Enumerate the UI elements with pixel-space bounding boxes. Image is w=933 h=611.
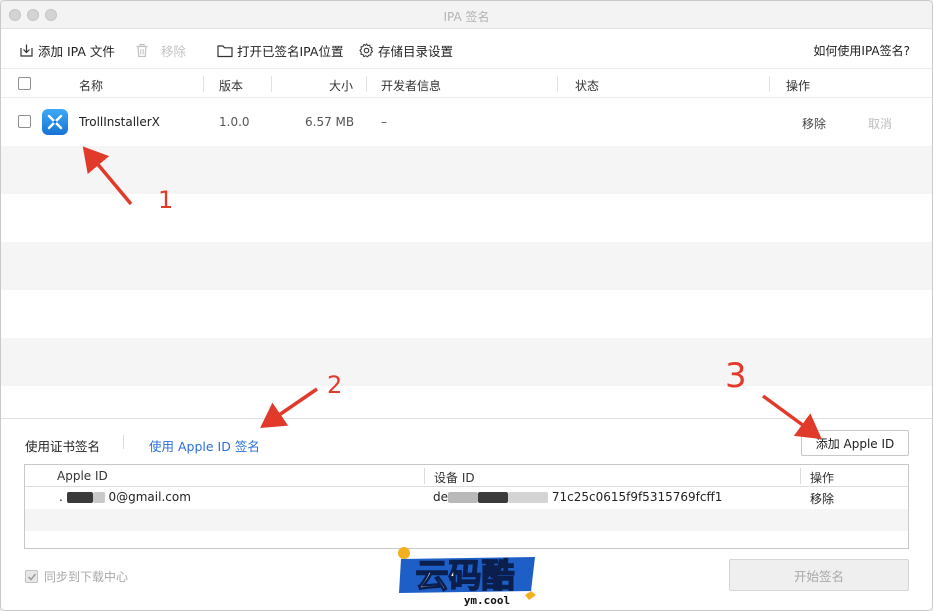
annotation-number-3: 3 [725, 356, 747, 396]
watermark-logo-graphic: 云码酷 ym.cool [398, 547, 536, 607]
watermark-logo: 云码酷 ym.cool [395, 545, 540, 607]
annotation-arrows [82, 146, 822, 440]
annotation-number-2: 2 [327, 371, 343, 399]
annotation-number-1: 1 [158, 186, 174, 214]
app-window: IPA 签名 添加 IPA 文件 移除 打开已签名IPA位置 存储目录设置 如何… [0, 0, 933, 611]
annotation-arrow-2 [260, 387, 318, 428]
annotation-arrow-3 [761, 394, 822, 440]
watermark-brand: 云码酷 [416, 556, 515, 595]
watermark-domain: ym.cool [464, 594, 510, 607]
annotation-arrow-1 [82, 146, 133, 206]
